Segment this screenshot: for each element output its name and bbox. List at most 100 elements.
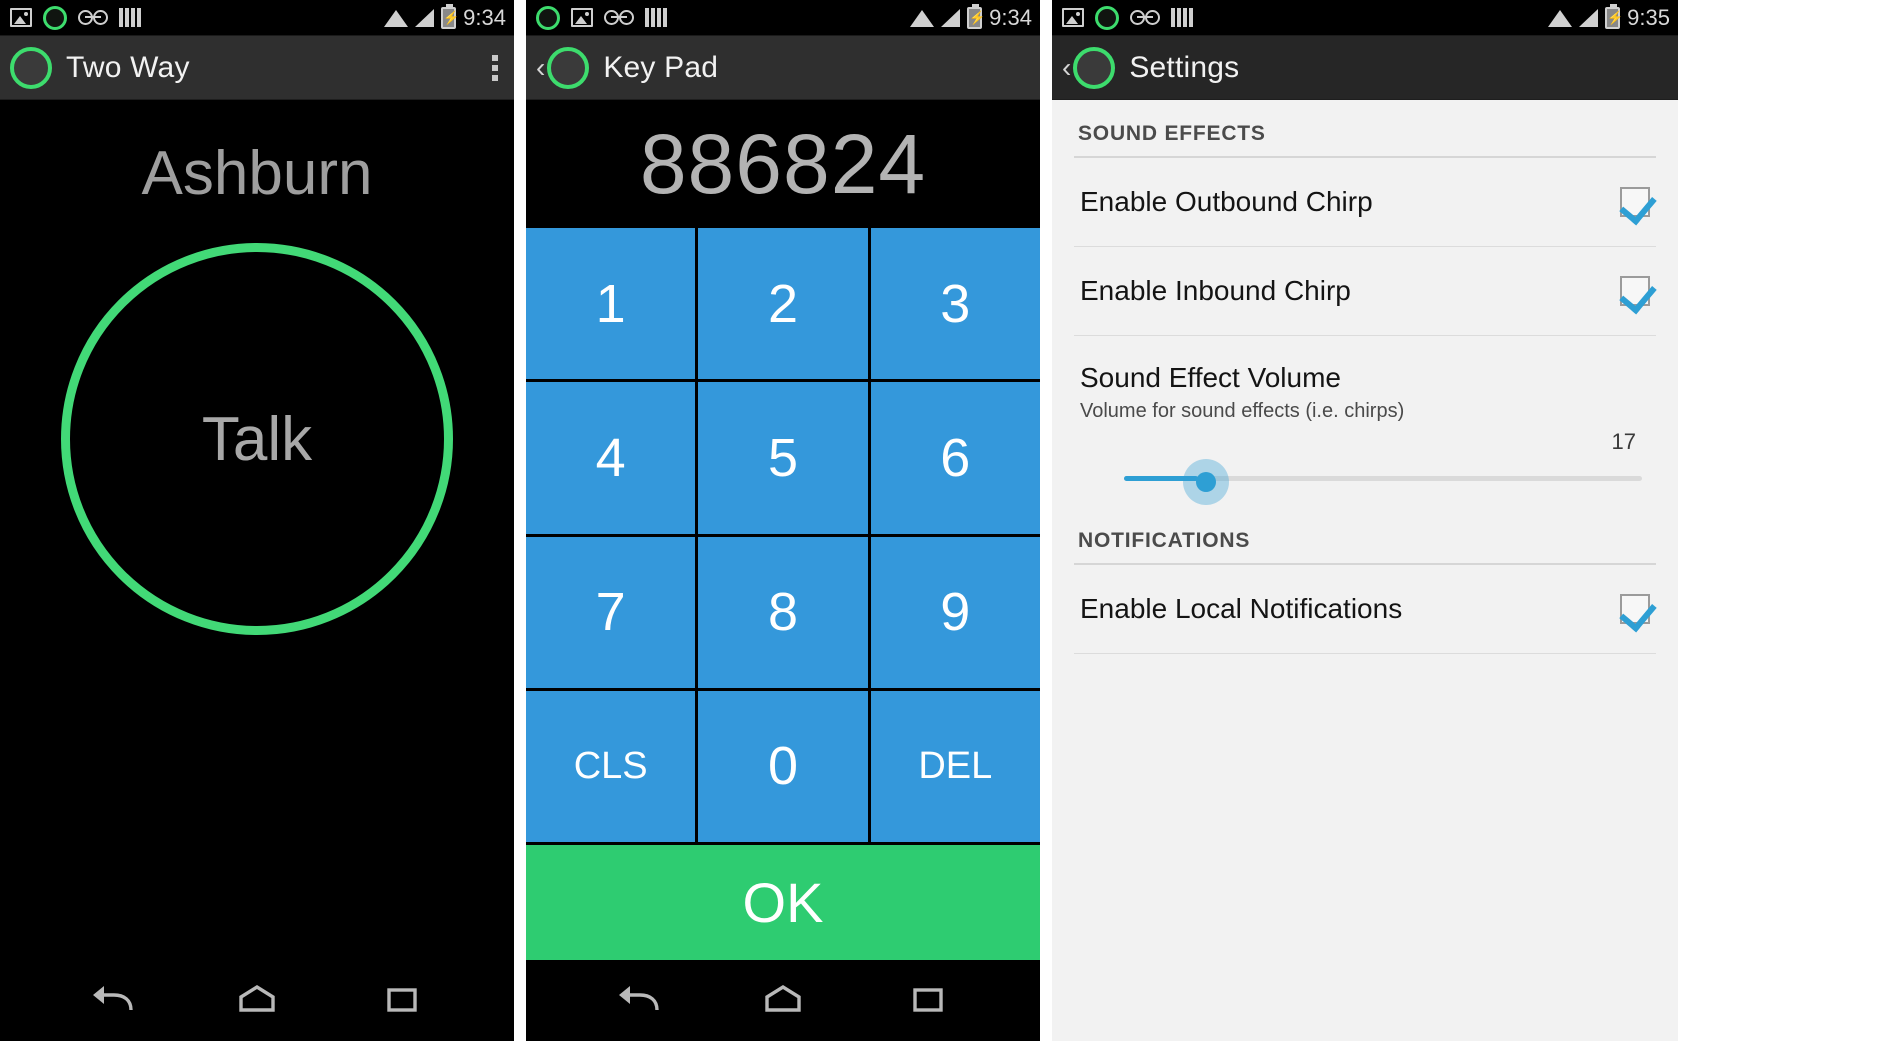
panel-divider-2 xyxy=(1040,0,1052,1041)
keypad-grid: 1 2 3 4 5 6 7 8 9 CLS 0 DEL xyxy=(526,228,1040,842)
nav-back-icon[interactable] xyxy=(74,973,150,1027)
setting-title: Enable Local Notifications xyxy=(1080,593,1403,624)
keypad-ok-button[interactable]: OK xyxy=(526,842,1040,960)
keypad-key-5[interactable]: 5 xyxy=(698,382,868,534)
screen-two-way: 9:34 Two Way Ashburn Talk xyxy=(0,0,514,1041)
city-label: Ashburn xyxy=(141,139,373,208)
checkbox-inbound-chirp[interactable] xyxy=(1620,276,1650,306)
status-bar: 9:34 xyxy=(526,0,1040,36)
keypad-key-9[interactable]: 9 xyxy=(870,536,1040,688)
settings-content: SOUND EFFECTS Enable Outbound Chirp Enab… xyxy=(1052,100,1678,1037)
talk-button-label: Talk xyxy=(201,404,313,474)
keypad-key-7[interactable]: 7 xyxy=(526,536,696,688)
battery-charging-icon xyxy=(441,3,457,29)
nav-home-icon[interactable] xyxy=(219,973,295,1027)
battery-charging-icon xyxy=(1605,3,1621,29)
row-texts: Enable Local Notifications xyxy=(1080,593,1402,625)
overflow-menu-icon[interactable] xyxy=(488,51,502,85)
row-texts: Sound Effect Volume Volume for sound eff… xyxy=(1080,362,1404,423)
slider-thumb[interactable] xyxy=(1196,472,1216,492)
gallery-icon xyxy=(10,8,32,27)
setting-row-enable-inbound-chirp[interactable]: Enable Inbound Chirp xyxy=(1052,247,1678,335)
wifi-icon xyxy=(910,9,935,27)
status-bar-left-icons xyxy=(10,5,141,30)
back-chevron-icon[interactable]: ‹ xyxy=(1062,53,1071,82)
talk-button[interactable]: Talk xyxy=(61,243,453,635)
row-texts: Enable Outbound Chirp xyxy=(1080,186,1373,218)
keypad-key-0[interactable]: 0 xyxy=(698,690,868,842)
status-bar-right-icons: 9:35 xyxy=(1548,3,1670,31)
signal-icon xyxy=(415,8,435,27)
gallery-icon xyxy=(571,8,593,27)
green-ring-icon xyxy=(536,5,560,30)
nav-recents-icon[interactable] xyxy=(890,973,966,1027)
keypad-digits: 886824 xyxy=(639,116,927,211)
row-divider xyxy=(1074,653,1656,654)
bars-icon xyxy=(645,8,667,27)
voicemail-icon xyxy=(1130,9,1160,26)
signal-icon xyxy=(941,8,961,27)
nav-home-icon[interactable] xyxy=(745,973,821,1027)
status-bar-right-icons: 9:34 xyxy=(910,3,1032,31)
checkbox-outbound-chirp[interactable] xyxy=(1620,187,1650,217)
status-bar-clock: 9:34 xyxy=(463,4,506,30)
talk-button-wrapper: Talk xyxy=(0,243,514,635)
keypad-key-clear[interactable]: CLS xyxy=(526,690,696,842)
keypad-key-1[interactable]: 1 xyxy=(526,228,696,380)
two-way-content: Ashburn Talk xyxy=(0,100,514,960)
nav-recents-icon[interactable] xyxy=(364,973,440,1027)
status-bar: 9:34 xyxy=(0,0,514,36)
bars-icon xyxy=(119,8,141,27)
checkbox-local-notifications[interactable] xyxy=(1620,594,1650,624)
page-title: Settings xyxy=(1129,50,1240,84)
wifi-icon xyxy=(1548,9,1573,27)
page-title: Key Pad xyxy=(603,50,719,84)
keypad-key-8[interactable]: 8 xyxy=(698,536,868,688)
signal-icon xyxy=(1579,8,1599,27)
setting-title: Sound Effect Volume xyxy=(1080,362,1341,393)
status-bar: 9:35 xyxy=(1052,0,1678,36)
action-bar: Two Way xyxy=(0,36,514,100)
status-bar-left-icons xyxy=(1062,5,1193,30)
setting-title: Enable Inbound Chirp xyxy=(1080,275,1351,306)
system-nav-bar xyxy=(0,960,514,1040)
green-ring-icon xyxy=(43,5,67,30)
keypad-key-6[interactable]: 6 xyxy=(870,382,1040,534)
three-screenshot-composite: 9:34 Two Way Ashburn Talk xyxy=(0,0,1880,1041)
keypad-key-delete[interactable]: DEL xyxy=(870,690,1040,842)
action-bar: ‹ Settings xyxy=(1052,36,1678,100)
screen-settings: 9:35 ‹ Settings SOUND EFFECTS Enable Out… xyxy=(1052,0,1678,1041)
app-logo-icon xyxy=(10,46,52,89)
setting-row-sound-effect-volume: Sound Effect Volume Volume for sound eff… xyxy=(1052,336,1678,425)
panel-divider xyxy=(514,0,526,1041)
keypad-key-4[interactable]: 4 xyxy=(526,382,696,534)
gallery-icon xyxy=(1062,8,1084,27)
status-bar-right-icons: 9:34 xyxy=(384,3,506,31)
keypad-display: 886824 xyxy=(526,100,1040,228)
keypad-key-2[interactable]: 2 xyxy=(698,228,868,380)
volume-slider[interactable] xyxy=(1080,459,1650,505)
setting-row-enable-outbound-chirp[interactable]: Enable Outbound Chirp xyxy=(1052,158,1678,246)
keypad-key-3[interactable]: 3 xyxy=(870,228,1040,380)
status-bar-clock: 9:34 xyxy=(989,4,1032,30)
status-bar-clock: 9:35 xyxy=(1627,4,1670,30)
key-pad-content: 886824 1 2 3 4 5 6 7 8 9 CLS 0 DEL OK xyxy=(526,100,1040,960)
setting-row-enable-local-notifications[interactable]: Enable Local Notifications xyxy=(1052,565,1678,653)
section-header-sound-effects: SOUND EFFECTS xyxy=(1078,122,1266,145)
voicemail-icon xyxy=(604,9,634,26)
green-ring-icon xyxy=(1095,5,1119,30)
setting-title: Enable Outbound Chirp xyxy=(1080,186,1373,217)
section-header-notifications: NOTIFICATIONS xyxy=(1078,529,1251,552)
status-bar-left-icons xyxy=(536,5,667,30)
setting-subtitle: Volume for sound effects (i.e. chirps) xyxy=(1080,400,1405,422)
volume-value: 17 xyxy=(1611,429,1636,454)
nav-back-icon[interactable] xyxy=(600,973,676,1027)
action-bar: ‹ Key Pad xyxy=(526,36,1040,100)
screen-key-pad: 9:34 ‹ Key Pad 886824 1 2 3 4 5 6 7 8 9 … xyxy=(526,0,1040,1041)
app-logo-icon xyxy=(547,46,590,89)
system-nav-bar xyxy=(526,960,1040,1040)
row-texts: Enable Inbound Chirp xyxy=(1080,275,1351,307)
back-chevron-icon[interactable]: ‹ xyxy=(536,53,545,82)
volume-slider-block: 17 xyxy=(1052,425,1678,523)
wifi-icon xyxy=(384,9,409,27)
